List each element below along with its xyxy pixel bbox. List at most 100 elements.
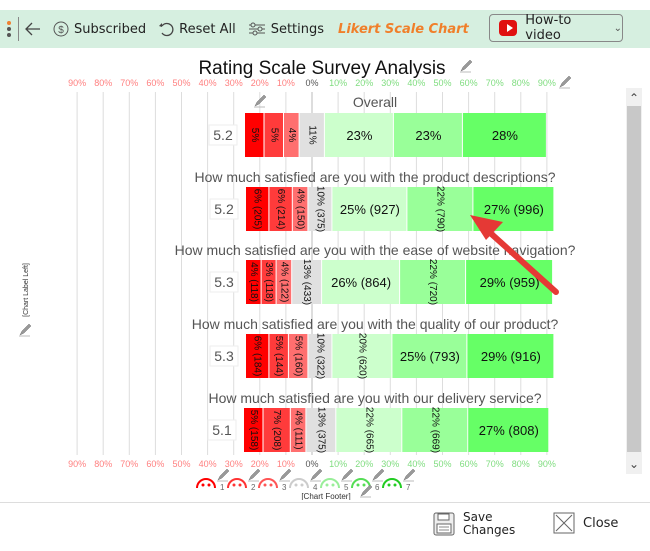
close-button[interactable]: Close [553,512,618,534]
legend-face-eye [387,483,391,487]
edit-overall-icon[interactable] [254,94,267,107]
bar-data-label: 5% [268,128,279,143]
row-question-label: How much satisfied are you with our deli… [208,390,541,406]
scroll-down-icon[interactable]: ⌄ [626,456,642,472]
axis-tick-label-bottom: 50% [433,459,451,469]
menu-dots-icon[interactable] [5,21,13,37]
axis-tick-label-top: 20% [251,78,269,88]
axis-tick-label-top: 50% [172,78,190,88]
reset-all-label: Reset All [179,21,236,37]
howto-video-label: How-to video [525,13,572,43]
axis-tick-label-top: 20% [355,78,373,88]
edit-footer-icon[interactable] [360,484,373,497]
bar-data-label: 23% [346,128,372,143]
bar-data-label: 6% (214) [275,189,286,230]
close-icon [553,512,575,534]
dollar-circle-icon: $ [53,21,69,37]
legend-face-icon [289,478,309,489]
bar-data-label: 5% (160) [293,336,304,377]
edit-legend-icon[interactable] [279,468,292,481]
axis-tick-label-bottom: 90% [68,459,86,469]
axis-tick-label-bottom: 20% [355,459,373,469]
legend-face-eye [331,483,335,487]
bar-data-label: 3% (118) [263,262,274,302]
legend-face-icon [382,478,402,489]
legend-scale-number: 3 [282,483,287,492]
legend-face-eye [356,483,360,487]
bar-data-label: 20% (620) [356,333,367,379]
edit-legend-icon[interactable] [248,468,261,481]
axis-tick-label-bottom: 70% [486,459,504,469]
legend-scale-number: 6 [375,483,380,492]
likert-chart: Rating Scale Survey Analysis90% 80% 70% 60%… [19,58,576,501]
svg-text:$: $ [58,25,64,36]
legend-scale-number: 2 [251,483,256,492]
legend-face-eye [207,483,211,487]
edit-axis-icon[interactable] [559,75,572,88]
axis-tick-label-bottom: 10% [329,459,347,469]
edit-legend-icon[interactable] [217,468,230,481]
bar-data-label: 4% (122) [278,262,289,303]
row-mean-value: 5.2 [214,201,234,217]
subscribed-label: Subscribed [74,21,147,37]
save-changes-button[interactable]: Save Changes [433,511,515,537]
axis-tick-label-bottom: 30% [225,459,243,469]
axis-tick-label-bottom: 90% [538,459,556,469]
bar-data-label: 4% [286,128,297,143]
bar-data-label: 11% [306,125,317,144]
bar-data-label: 13% (375) [315,407,326,453]
legend-scale-number: 5 [344,483,349,492]
bar-data-label: 27% (808) [479,423,539,438]
settings-label: Settings [270,21,325,37]
edit-legend-icon[interactable] [403,468,416,481]
toolbar-divider [18,17,19,41]
back-button[interactable] [25,22,41,36]
edit-title-icon[interactable] [460,59,473,72]
legend-face-icon [258,478,278,489]
vertical-scrollbar[interactable]: ⌃ ⌄ [626,88,642,474]
chart-area: Rating Scale Survey Analysis 90% 80% 70% 60%… [0,50,625,501]
bar-data-label: 5% (158) [248,410,259,451]
axis-tick-label-top: 40% [199,78,217,88]
bar-data-label: 25% (793) [400,349,460,364]
legend-face-icon [196,478,216,489]
save-icon [433,512,455,536]
row-question-label: How much satisfied are you with the prod… [194,169,555,185]
row-question-label: How much satisfied are you with the qual… [192,316,559,332]
legend-face-icon [227,478,247,489]
reset-all-button[interactable]: Reset All [158,21,236,37]
axis-tick-label-top: 10% [329,78,347,88]
app-title: Likert Scale Chart [338,21,469,37]
axis-tick-label-top: 80% [94,78,112,88]
edit-legend-icon[interactable] [372,468,385,481]
settings-sliders-icon [248,22,265,36]
edit-legend-icon[interactable] [341,468,354,481]
row-question-label: Overall [353,94,397,110]
axis-tick-label-bottom: 0% [305,459,318,469]
settings-button[interactable]: Settings [248,22,324,37]
bar-data-label: 6% (184) [252,336,263,377]
chart-footer-label: [Chart Footer] [301,492,350,500]
bar-data-label: 10% (375) [314,186,325,232]
howto-video-dropdown[interactable]: How-to video ⌄ [489,13,623,43]
axis-tick-label-top: 30% [225,78,243,88]
axis-tick-label-bottom: 80% [94,459,112,469]
footer-divider [0,502,650,503]
close-label: Close [583,515,619,531]
row-mean-value: 5.1 [212,422,232,438]
scroll-thumb[interactable] [627,106,641,452]
row-mean-value: 5.2 [213,127,233,143]
chevron-down-icon: ⌄ [613,22,622,34]
edit-left-label-icon[interactable] [19,323,32,336]
legend-face-eye [238,483,242,487]
bar-data-label: 7% (208) [271,410,282,451]
subscribed-button[interactable]: $ Subscribed [53,21,146,37]
legend-face-eye [263,483,267,487]
edit-legend-icon[interactable] [310,468,323,481]
axis-tick-label-top: 80% [512,78,530,88]
axis-tick-label-top: 70% [486,78,504,88]
axis-tick-label-top: 10% [277,78,295,88]
bar-data-label: 13% (433) [301,259,312,305]
bar-data-label: 22% (665) [363,407,374,453]
scroll-up-icon[interactable]: ⌃ [626,90,642,106]
